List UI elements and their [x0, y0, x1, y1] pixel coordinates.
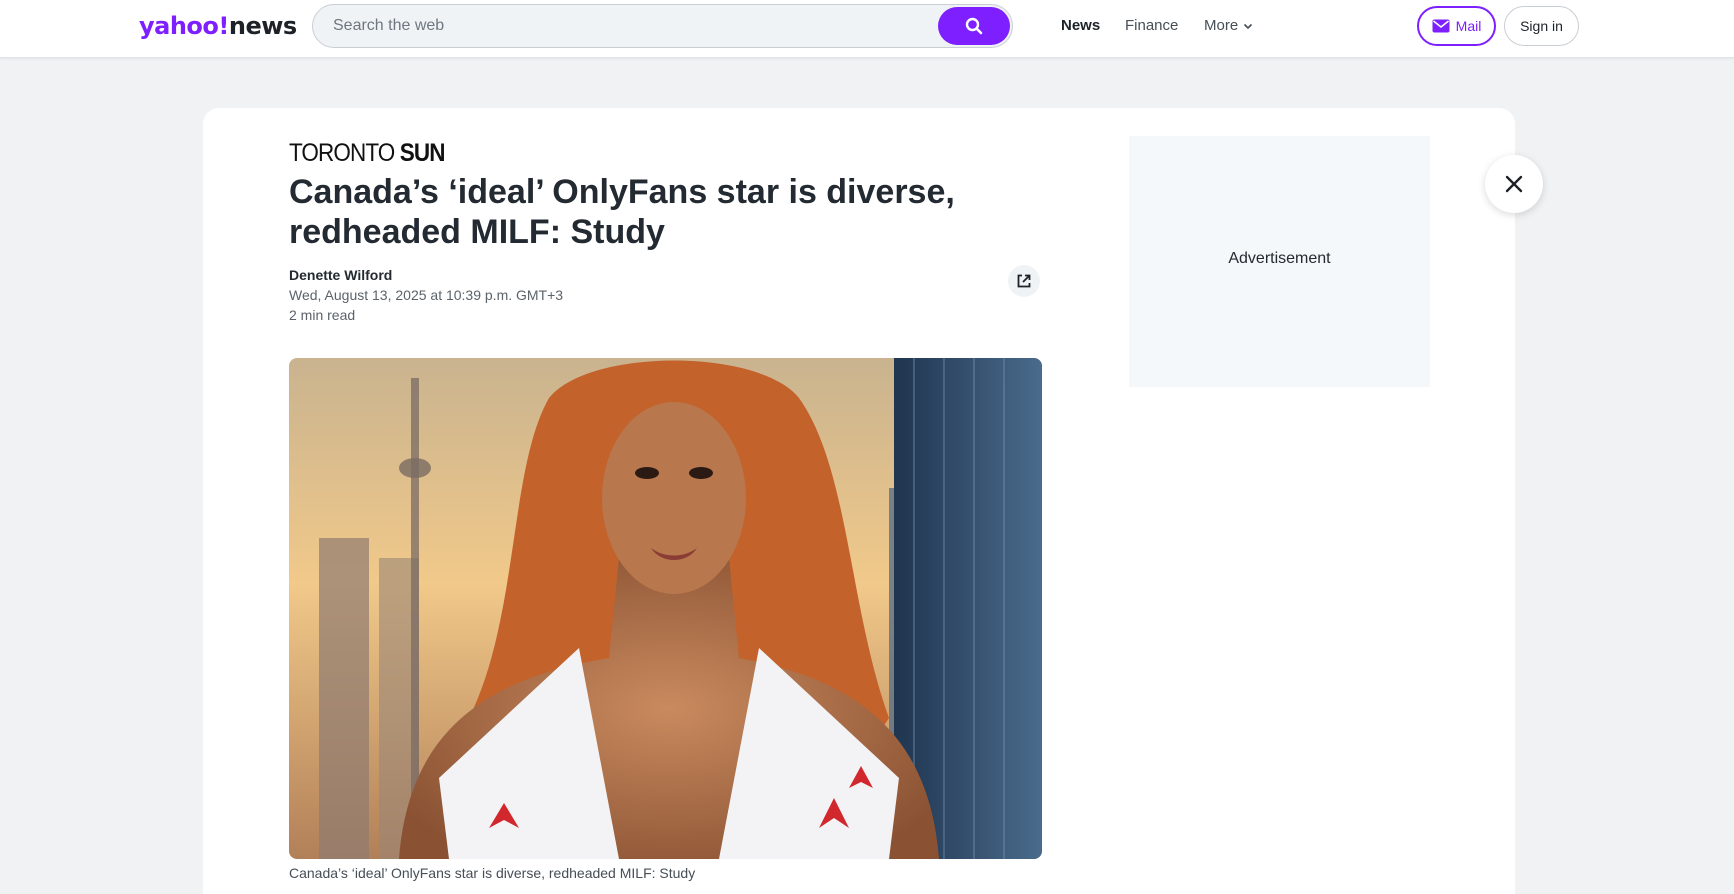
- source-logo-part2: SUN: [399, 139, 446, 167]
- top-bar: yahoo!news News Finance More Mail Sign i…: [0, 0, 1734, 58]
- sign-in-label: Sign in: [1520, 18, 1563, 34]
- image-caption: Canada’s ‘ideal’ OnlyFans star is divers…: [289, 865, 696, 881]
- source-logo-part1: TORONTO: [289, 139, 395, 167]
- close-icon: [1505, 175, 1523, 193]
- external-link-icon: [1017, 274, 1031, 288]
- share-button[interactable]: [1008, 265, 1040, 297]
- toronto-sun-logo[interactable]: TORONTO SUN: [289, 138, 445, 168]
- article-date: Wed, August 13, 2025 at 10:39 p.m. GMT+3: [289, 287, 564, 303]
- nav-more[interactable]: More: [1204, 16, 1254, 36]
- article-headline: Canada’s ‘ideal’ OnlyFans star is divers…: [289, 173, 955, 251]
- article-card: TORONTO SUN Canada’s ‘ideal’ OnlyFans st…: [203, 108, 1515, 894]
- chevron-down-icon: [1244, 23, 1253, 30]
- sign-in-button[interactable]: Sign in: [1504, 6, 1579, 46]
- logo-news-text: news: [228, 12, 297, 40]
- logo-yahoo-text: yahoo!: [139, 12, 229, 40]
- yahoo-news-logo[interactable]: yahoo!news: [139, 10, 297, 42]
- nav-news[interactable]: News: [1061, 16, 1100, 36]
- search-icon: [965, 17, 983, 35]
- close-article-button[interactable]: [1485, 155, 1543, 213]
- nav-finance[interactable]: Finance: [1125, 16, 1178, 36]
- envelope-icon: [1432, 19, 1450, 33]
- article-read-time: 2 min read: [289, 307, 356, 323]
- advertisement-label: Advertisement: [1228, 250, 1331, 267]
- mail-button[interactable]: Mail: [1417, 6, 1496, 46]
- hero-illustration: [289, 358, 1042, 859]
- search-input[interactable]: [333, 5, 933, 47]
- nav-more-label: More: [1204, 17, 1239, 34]
- article-hero-image[interactable]: [289, 358, 1042, 859]
- article-author[interactable]: Denette Wilford: [289, 267, 392, 283]
- mail-label: Mail: [1455, 18, 1482, 34]
- search-button[interactable]: [938, 7, 1010, 45]
- advertisement-slot[interactable]: Advertisement: [1129, 136, 1430, 387]
- search-bar: [312, 4, 1013, 48]
